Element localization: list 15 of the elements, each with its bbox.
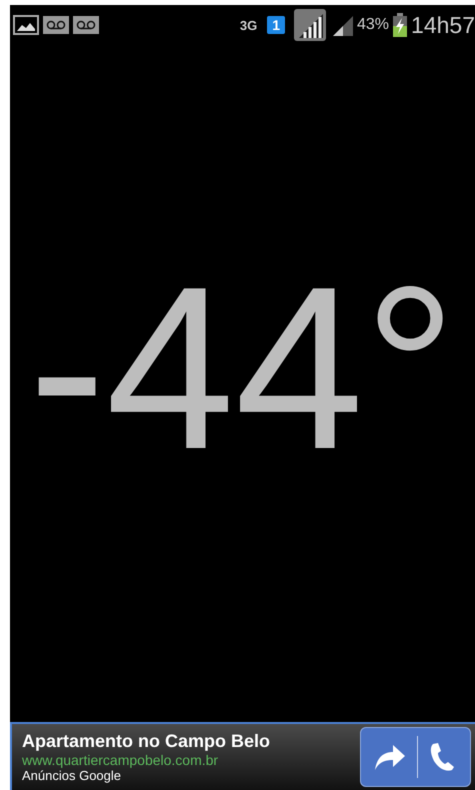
picture-icon <box>13 15 39 35</box>
ad-title[interactable]: Apartamento no Campo Belo <box>22 731 360 752</box>
temperature-reading: -44° <box>28 252 457 484</box>
clock-time: 14h57 <box>411 12 475 38</box>
voicemail-icon <box>43 16 69 34</box>
battery-percent: 43% <box>357 16 390 34</box>
share-arrow-icon[interactable] <box>373 742 407 772</box>
battery-charging-icon <box>393 13 408 37</box>
sim-badge: 1 <box>267 16 285 34</box>
ad-url[interactable]: www.quartiercampobelo.com.br <box>22 752 360 768</box>
voicemail-icon <box>73 16 99 34</box>
signal-icon <box>293 8 327 42</box>
network-type: 3G <box>240 18 258 32</box>
ad-source: Anúncios Google <box>22 768 122 783</box>
signal-icon <box>331 14 353 36</box>
